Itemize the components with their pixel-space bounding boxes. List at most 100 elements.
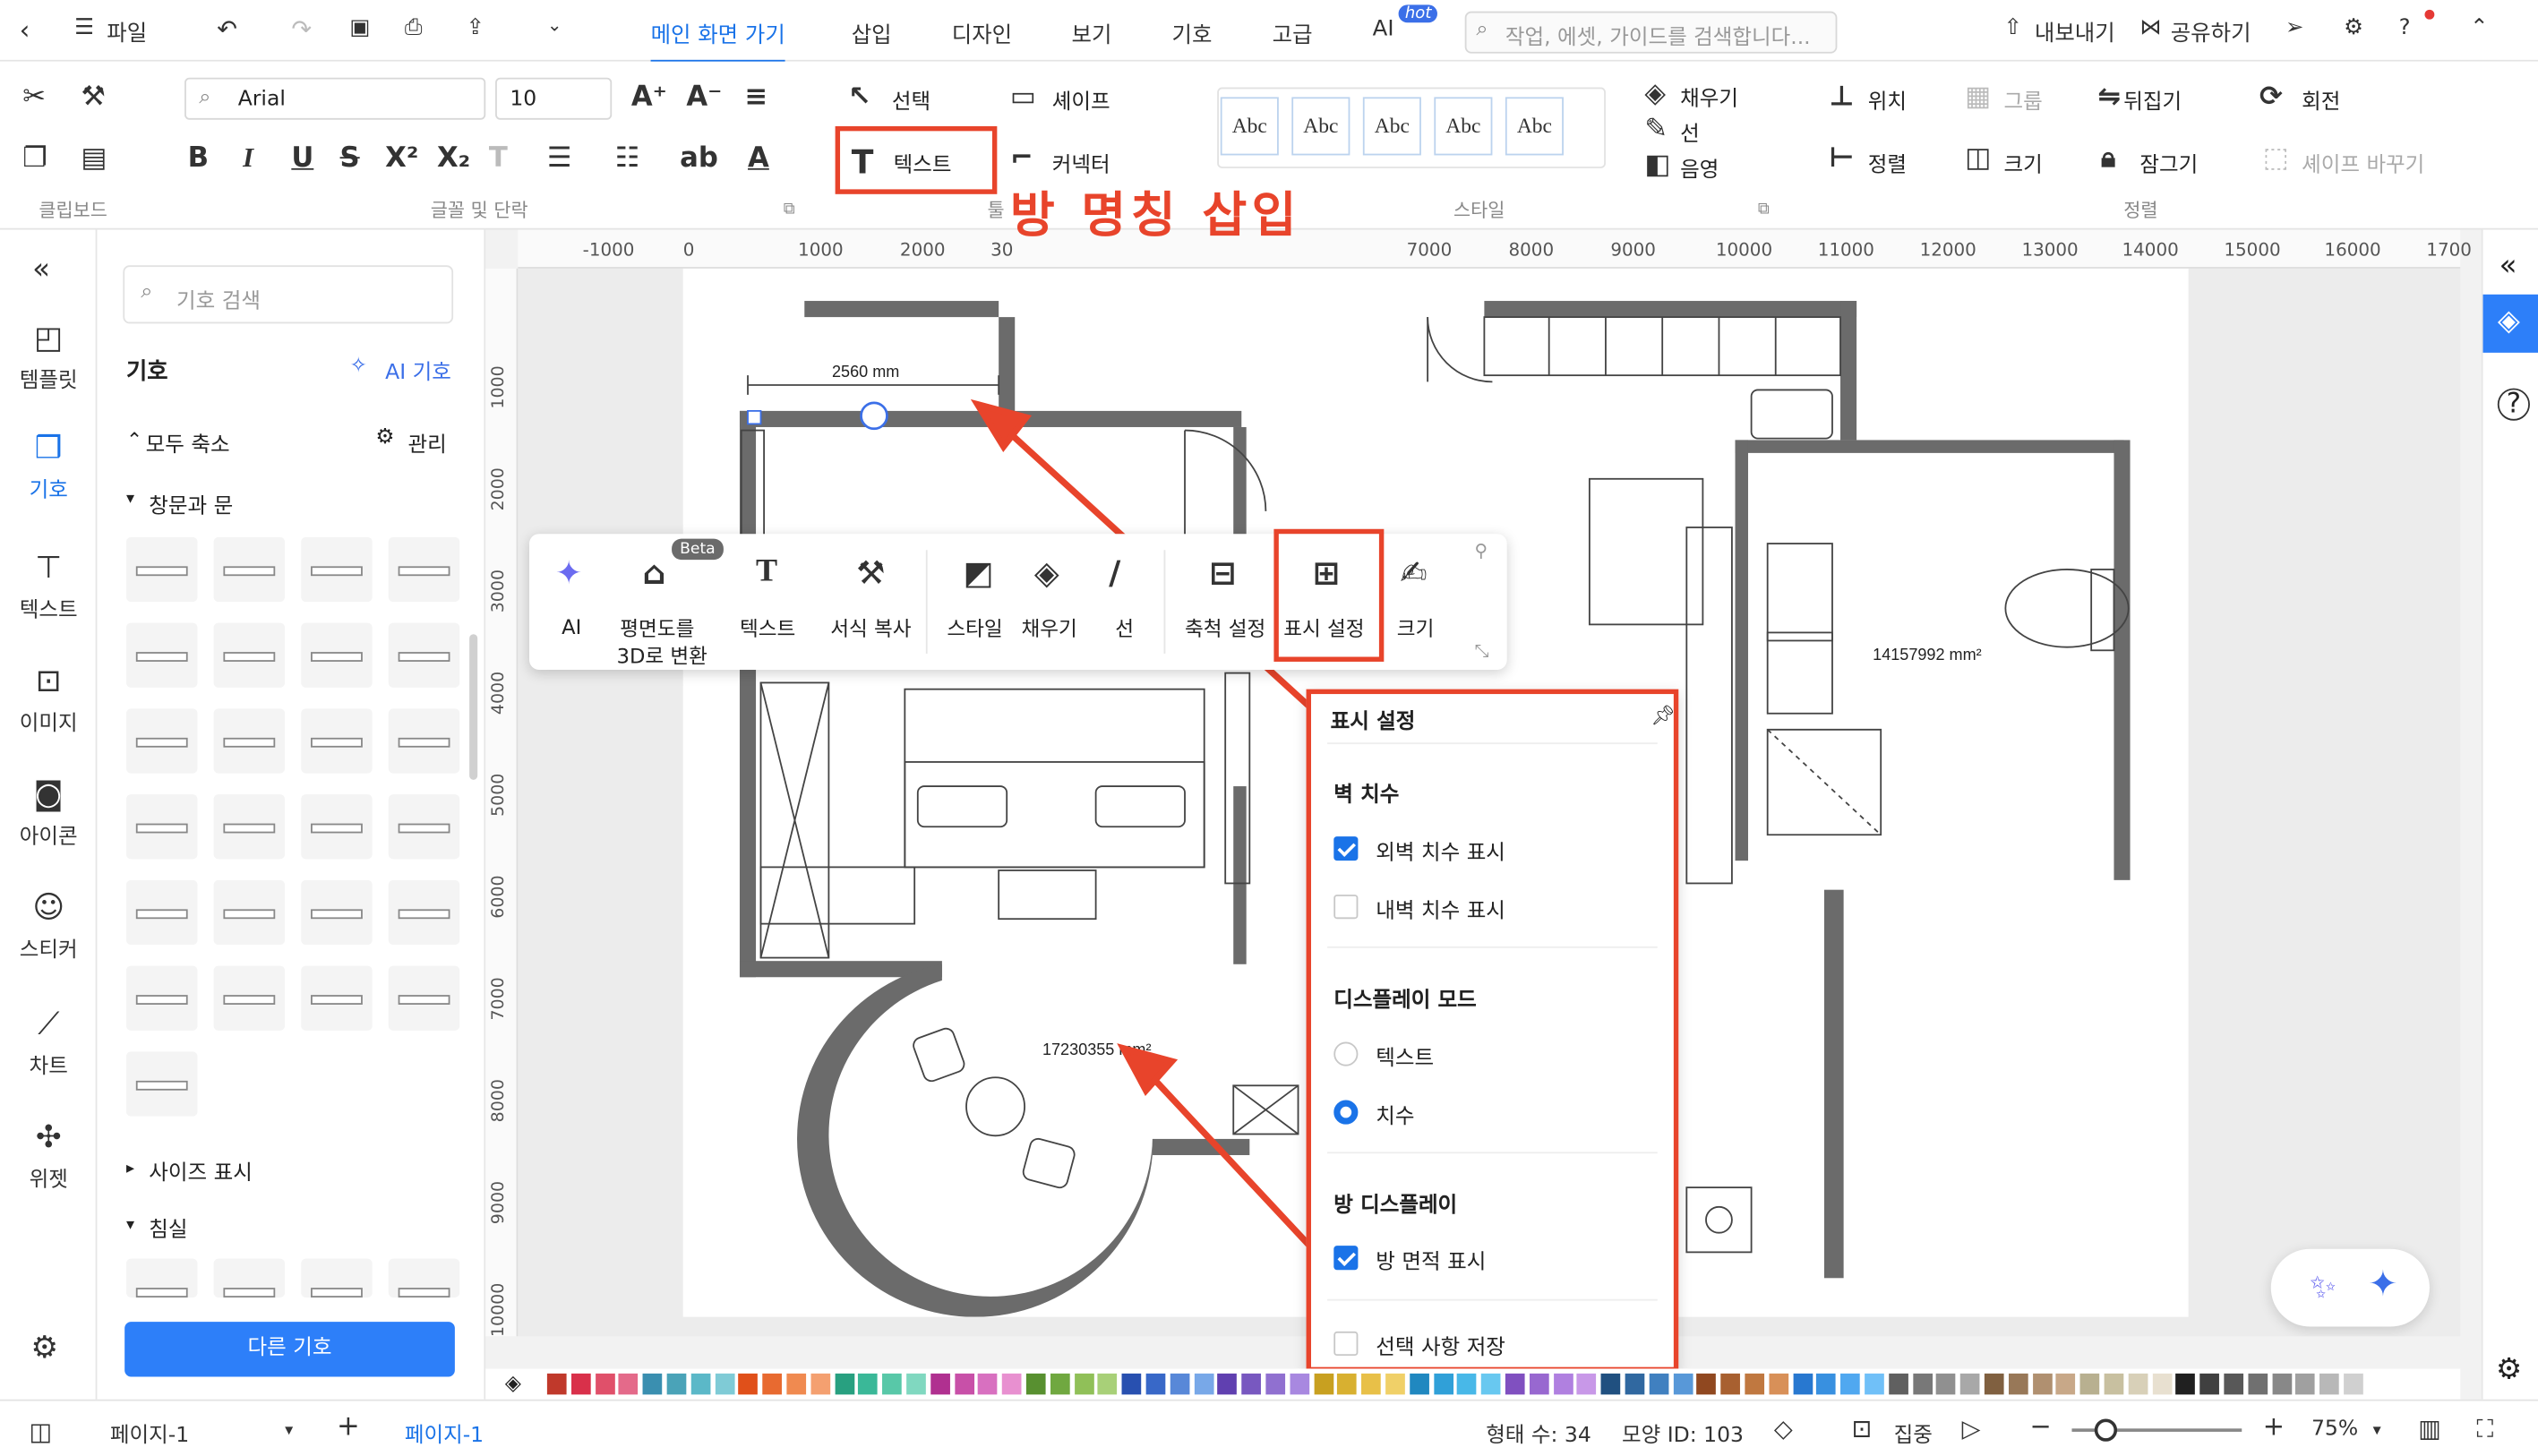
ft-line[interactable]: 선 [1115,612,1134,642]
color-swatch[interactable] [2271,1373,2292,1395]
symbol-item[interactable] [388,879,460,946]
line-tool[interactable]: 선 [1680,116,1700,147]
vanity-sink[interactable] [1766,543,1833,642]
nav-sticker[interactable]: ☺ 스티커 [0,890,97,963]
color-swatch[interactable] [1696,1373,1717,1395]
style-dialog-icon[interactable]: ⧉ [1758,201,1770,218]
more-chevron-icon[interactable]: ⌄ [547,14,562,35]
color-swatch[interactable] [1673,1373,1693,1395]
symbol-item[interactable] [125,879,198,946]
ai-symbol-icon[interactable]: ✧ [349,355,367,379]
color-swatch[interactable] [1337,1373,1358,1395]
color-swatch[interactable] [1553,1373,1573,1395]
font-color-icon[interactable]: A [748,142,769,175]
bold-icon[interactable]: B [188,142,209,175]
fit-page-icon[interactable]: ⛶ [2476,1414,2493,1443]
ft-style-icon[interactable]: ◩ [963,553,993,592]
expand-arrow-icon[interactable]: ▾ [126,1217,134,1235]
color-swatch[interactable] [2199,1373,2220,1395]
color-swatch[interactable] [1121,1373,1142,1395]
replace-shape-icon[interactable]: ⬚ [2263,142,2289,175]
search-input[interactable]: ⌕ 작업, 에셋, 가이드를 검색합니다... [1464,11,1838,54]
tab-ai[interactable]: AI [1373,16,1394,42]
bed[interactable] [904,688,1205,869]
text-case-icon[interactable]: T [489,142,508,175]
rotate-tool[interactable]: 회전 [2302,84,2340,115]
rotate-icon[interactable]: ⟳ [2259,81,2283,113]
expand-arrow-icon[interactable]: ▾ [126,490,134,508]
color-swatch[interactable] [786,1373,807,1395]
symbol-item[interactable] [213,622,286,688]
color-swatch[interactable] [570,1373,591,1395]
focus-button[interactable]: 집중 [1894,1417,1933,1448]
page-dropdown-icon[interactable]: ▾ [285,1422,293,1440]
symbol-item[interactable] [301,536,373,603]
symbol-item[interactable] [213,965,286,1031]
style-preset-5[interactable]: Abc [1505,97,1564,156]
symbol-item[interactable] [125,794,198,860]
color-swatch[interactable] [2079,1373,2100,1395]
symbol-item[interactable] [213,708,286,774]
line-spacing-icon[interactable]: ☰ [547,142,572,175]
color-swatch[interactable] [2248,1373,2268,1395]
color-swatch[interactable] [1865,1373,1884,1395]
symbol-item[interactable] [301,965,373,1031]
color-swatch[interactable] [834,1373,854,1395]
symbol-item[interactable] [388,536,460,603]
wall[interactable] [1233,426,1247,541]
toilet[interactable] [2004,569,2130,648]
lock-icon[interactable]: 🔒︎ [2101,142,2115,175]
symbol-item[interactable] [301,879,373,946]
tab-insert[interactable]: 삽입 [852,16,892,48]
nav-image[interactable]: ⊡ 이미지 [0,664,97,736]
color-swatch[interactable] [1025,1373,1046,1395]
room-area-label[interactable]: 방 면적 표시 [1376,1244,1486,1275]
wall[interactable] [1735,440,1748,861]
symbol-item[interactable] [125,536,198,603]
export-button[interactable]: 내보내기 [2035,14,2115,47]
curved-wall[interactable] [797,964,1153,1317]
color-swatch[interactable] [738,1373,759,1395]
right-settings-icon[interactable]: ⚙ [2496,1352,2522,1386]
color-swatch[interactable] [2128,1373,2148,1395]
color-swatch[interactable] [1960,1373,1980,1395]
zoom-in-icon[interactable]: + [2263,1410,2285,1441]
text-align-icon[interactable]: ≡ [744,81,767,113]
color-swatch[interactable] [1936,1373,1957,1395]
storage[interactable] [759,866,916,925]
wall[interactable] [1735,440,2124,453]
color-swatch[interactable] [1816,1373,1837,1395]
color-swatch[interactable] [1457,1373,1478,1395]
export-icon[interactable]: ⇧ [2004,14,2022,40]
nav-chart[interactable]: ⟋ 차트 [0,1006,97,1079]
ft-size[interactable]: 크기 [1397,612,1435,642]
color-swatch[interactable] [1217,1373,1238,1395]
nav-symbol[interactable]: ❒ 기호 [0,431,97,503]
font-dialog-icon[interactable]: ⧉ [784,201,795,218]
shape-icon[interactable]: ▭ [1010,81,1036,113]
share-button[interactable]: 공유하기 [2171,14,2251,47]
nav-text[interactable]: ⊤ 텍스트 [0,550,97,622]
page-tab[interactable]: 페이지-1 [405,1417,484,1448]
ft-format-copy-icon[interactable]: ⚒ [856,553,885,592]
color-swatch[interactable] [1265,1373,1286,1395]
ft-text[interactable]: 텍스트 [740,612,795,642]
symbol-item[interactable] [125,965,198,1031]
nav-icons[interactable]: ◙ 아이콘 [0,776,97,849]
fill-color-icon[interactable]: ◈ [505,1372,521,1396]
style-preset-1[interactable]: Abc [1220,97,1279,156]
color-swatch[interactable] [1769,1373,1788,1395]
add-page-icon[interactable]: + [337,1410,360,1443]
collapse-arrow-icon[interactable]: ▸ [126,1160,134,1178]
flip-tool[interactable]: 뒤집기 [2123,84,2182,115]
color-swatch[interactable] [954,1373,974,1395]
book-view-icon[interactable]: ▥ [2418,1414,2441,1443]
shadow-tool[interactable]: 음영 [1680,152,1719,183]
fill-icon[interactable]: ◈ [1644,78,1666,110]
wall[interactable] [1233,786,1247,964]
page-select[interactable]: 페이지-1 [110,1417,189,1448]
wall[interactable] [1823,889,1844,1279]
ft-fill[interactable]: 채우기 [1021,612,1076,642]
format-painter-icon[interactable]: ⚒ [81,81,106,113]
color-swatch[interactable] [1984,1373,2004,1395]
